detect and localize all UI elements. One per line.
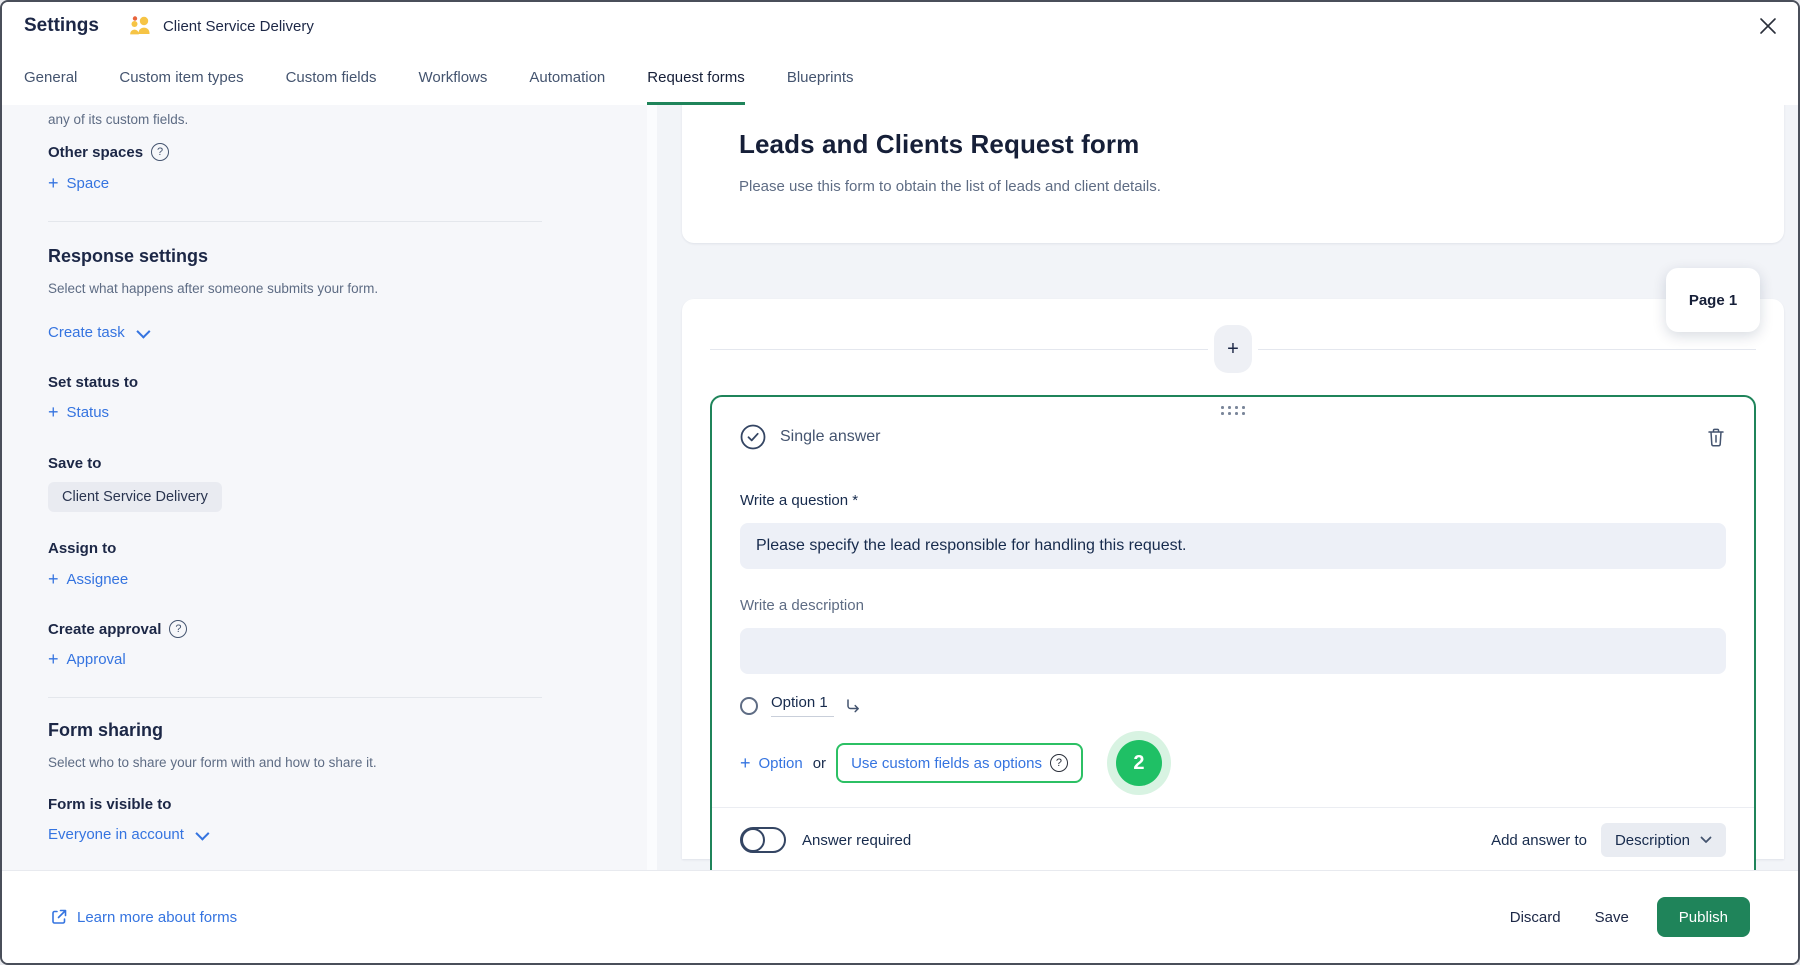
add-block-button[interactable]: + (1214, 325, 1252, 373)
divider (48, 221, 542, 222)
form-visibility-dropdown[interactable]: Everyone in account (48, 826, 206, 843)
assign-to-label: Assign to (48, 540, 542, 557)
create-task-dropdown[interactable]: Create task (48, 324, 147, 341)
help-icon[interactable]: ? (151, 143, 169, 161)
settings-tabbar: General Custom item types Custom fields … (2, 50, 1798, 105)
other-spaces-label: Other spaces (48, 144, 143, 161)
save-to-project-chip[interactable]: Client Service Delivery (48, 482, 222, 512)
radio-icon[interactable] (740, 697, 758, 715)
footer-bar: Learn more about forms Discard Save Publ… (2, 870, 1798, 963)
plus-icon: + (740, 754, 751, 772)
question-input[interactable]: Please specify the lead responsible for … (740, 523, 1726, 569)
close-icon[interactable] (1752, 10, 1784, 42)
response-settings-heading: Response settings (48, 246, 542, 267)
tab-general[interactable]: General (24, 50, 77, 105)
add-answer-to-dropdown[interactable]: Description (1601, 823, 1726, 857)
add-block-row: + (710, 325, 1756, 373)
add-assignee-button[interactable]: + Assignee (48, 570, 128, 588)
response-settings-subtitle: Select what happens after someone submit… (48, 281, 542, 296)
tab-automation[interactable]: Automation (529, 50, 605, 105)
help-icon[interactable]: ? (169, 620, 187, 638)
step-number: 2 (1116, 740, 1162, 786)
add-status-button[interactable]: + Status (48, 403, 109, 421)
save-button[interactable]: Save (1595, 909, 1629, 926)
answer-required-label: Answer required (802, 832, 911, 849)
form-header-card[interactable]: Leads and Clients Request form Please us… (682, 105, 1784, 243)
trash-icon[interactable] (1706, 427, 1726, 448)
form-page-card: + Sing (682, 299, 1784, 859)
or-text: or (813, 755, 826, 772)
truncated-help-text: any of its custom fields. (48, 112, 542, 127)
plus-icon: + (48, 403, 59, 421)
team-icon (127, 13, 153, 39)
add-approval-button[interactable]: + Approval (48, 650, 126, 668)
form-visible-label: Form is visible to (48, 796, 542, 813)
tab-request-forms[interactable]: Request forms (647, 50, 745, 105)
tab-custom-item-types[interactable]: Custom item types (119, 50, 243, 105)
title-bar: Settings Client Service Delivery (2, 2, 1798, 50)
form-title: Leads and Clients Request form (739, 129, 1727, 160)
use-custom-fields-button[interactable]: Use custom fields as options ? (836, 743, 1083, 783)
add-answer-to-label: Add answer to (1491, 832, 1587, 849)
question-footer: Answer required Add answer to Descriptio… (740, 808, 1726, 870)
settings-body: any of its custom fields. Other spaces ?… (2, 105, 1798, 870)
chevron-down-icon (195, 826, 209, 840)
form-settings-sidebar: any of its custom fields. Other spaces ?… (2, 105, 657, 870)
answer-required-toggle[interactable] (740, 827, 786, 853)
form-builder-canvas: Leads and Clients Request form Please us… (657, 105, 1798, 870)
page-title: Settings (24, 15, 99, 37)
add-space-button[interactable]: + Space (48, 174, 109, 192)
publish-button[interactable]: Publish (1657, 897, 1750, 937)
tab-custom-fields[interactable]: Custom fields (286, 50, 377, 105)
add-option-button[interactable]: + Option (740, 754, 803, 772)
plus-icon: + (48, 570, 59, 588)
form-sharing-subtitle: Select who to share your form with and h… (48, 755, 542, 770)
tab-blueprints[interactable]: Blueprints (787, 50, 854, 105)
question-label: Write a question * (740, 492, 1726, 509)
drag-handle-icon[interactable] (1218, 405, 1248, 416)
tutorial-step-badge: 2 (1107, 731, 1171, 795)
learn-more-link[interactable]: Learn more about forms (50, 908, 237, 926)
save-to-label: Save to (48, 455, 542, 472)
project-name: Client Service Delivery (163, 18, 314, 35)
divider (48, 697, 542, 698)
tab-workflows[interactable]: Workflows (418, 50, 487, 105)
set-status-label: Set status to (48, 374, 542, 391)
form-sharing-heading: Form sharing (48, 720, 542, 741)
description-input[interactable] (740, 628, 1726, 674)
single-answer-icon (740, 424, 766, 450)
form-description: Please use this form to obtain the list … (739, 178, 1727, 195)
option-1-input[interactable]: Option 1 (771, 694, 834, 717)
question-type-label: Single answer (780, 428, 881, 446)
discard-button[interactable]: Discard (1510, 909, 1561, 926)
chevron-down-icon (1700, 836, 1712, 844)
question-header: Single answer (740, 424, 1726, 450)
external-link-icon (50, 908, 68, 926)
question-card[interactable]: Single answer Write a question * Please … (710, 395, 1756, 870)
chevron-down-icon (136, 324, 150, 338)
plus-icon: + (48, 650, 59, 668)
sidebar-scrollbar[interactable] (647, 105, 657, 870)
create-approval-label: Create approval (48, 621, 161, 638)
settings-modal: Settings Client Service Delivery General… (0, 0, 1800, 965)
plus-icon: + (48, 174, 59, 192)
branch-logic-icon[interactable] (844, 697, 862, 715)
help-icon[interactable]: ? (1050, 754, 1068, 772)
project-breadcrumb: Client Service Delivery (127, 13, 314, 39)
option-row: Option 1 (740, 694, 1726, 717)
description-label: Write a description (740, 597, 1726, 614)
add-option-row: + Option or Use custom fields as options… (740, 731, 1726, 795)
page-badge[interactable]: Page 1 (1666, 268, 1760, 332)
